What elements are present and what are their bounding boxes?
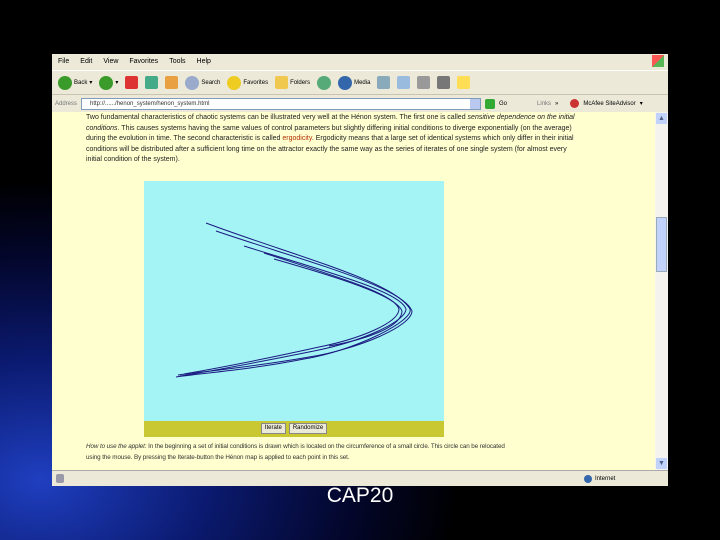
page-content: Two fundamental characteristics of chaot… (52, 112, 655, 470)
browser-window: File Edit View Favorites Tools Help Back… (52, 54, 668, 486)
stop-icon[interactable] (125, 76, 139, 89)
discuss-icon[interactable] (437, 76, 451, 89)
menu-tools[interactable]: Tools (169, 58, 185, 69)
folders-label: Folders (290, 79, 311, 86)
page-icon (56, 474, 64, 483)
menu-edit[interactable]: Edit (80, 58, 92, 69)
go-button[interactable]: Go (499, 101, 507, 107)
media-label: Media (354, 79, 371, 86)
forward-button[interactable]: ▾ (99, 75, 118, 90)
attractor-plot (175, 222, 413, 378)
favorites-label: Favorites (243, 79, 269, 86)
folder-icon (275, 76, 289, 89)
note-icon[interactable] (457, 76, 471, 89)
emphasis: How to use the applet: (86, 443, 147, 450)
home-icon[interactable] (165, 76, 179, 89)
slide-caption: CAP20 (326, 484, 394, 507)
usage-paragraph: How to use the applet: In the beginning … (86, 441, 506, 463)
refresh-icon[interactable] (145, 76, 159, 89)
search-label: Search (201, 79, 221, 86)
iterate-button[interactable]: Iterate (260, 423, 286, 434)
search-button[interactable]: Search (185, 75, 221, 90)
history-icon[interactable] (317, 75, 332, 90)
back-label: Back (74, 79, 88, 86)
attractor-strand (175, 222, 411, 378)
search-icon (185, 75, 200, 90)
menu-view[interactable]: View (103, 58, 118, 69)
links-button[interactable]: Links (537, 101, 551, 107)
windows-logo-icon (652, 55, 664, 67)
globe-icon (584, 474, 592, 483)
scroll-thumb[interactable] (656, 217, 667, 272)
zone-label: Internet (595, 475, 616, 482)
media-icon (338, 75, 353, 90)
address-label: Address (55, 100, 78, 107)
attractor-strand (179, 245, 407, 377)
menu-file[interactable]: File (58, 58, 69, 69)
menu-favorites[interactable]: Favorites (129, 58, 158, 69)
intro-paragraph: Two fundamental characteristics of chaot… (86, 113, 576, 166)
edit-icon[interactable] (397, 76, 411, 89)
randomize-button[interactable]: Randomize (288, 423, 328, 434)
menu-help[interactable]: Help (197, 58, 211, 69)
back-button[interactable]: Back ▾ (58, 75, 92, 90)
siteadvisor-icon (570, 99, 580, 108)
back-arrow-icon (58, 75, 72, 90)
forward-arrow-icon (99, 75, 114, 90)
attractor-strand (177, 230, 413, 376)
mail-icon[interactable] (377, 76, 391, 89)
folders-button[interactable]: Folders (275, 76, 310, 89)
menu-bar: File Edit View Favorites Tools Help (52, 54, 668, 69)
siteadvisor-link[interactable]: McAfee SiteAdvisor (583, 101, 635, 107)
address-bar: Address http://....../henon_system/henon… (52, 96, 668, 111)
scroll-up-icon[interactable]: ▲ (656, 113, 667, 124)
media-button[interactable]: Media (338, 75, 371, 90)
favorites-button[interactable]: Favorites (227, 75, 269, 90)
go-arrow-icon[interactable] (485, 98, 496, 109)
henon-applet-canvas[interactable] (144, 181, 444, 437)
chevron-down-icon[interactable] (470, 98, 481, 109)
url-input[interactable]: http://....../henon_system/henon_system.… (81, 97, 482, 110)
applet-button-bar: Iterate Randomize (144, 421, 444, 437)
star-icon (227, 75, 242, 90)
ergodicity-link[interactable]: ergodicity (282, 135, 311, 142)
print-icon[interactable] (417, 76, 431, 89)
url-text: http://....../henon_system/henon_system.… (90, 100, 210, 107)
text: In the beginning a set of initial condit… (86, 443, 505, 461)
text: Two fundamental characteristics of chaot… (86, 114, 468, 121)
vertical-scrollbar[interactable]: ▲ ▼ (655, 112, 668, 470)
toolbar: Back ▾ ▾ Search Favorites Folders Media (52, 70, 668, 95)
scroll-down-icon[interactable]: ▼ (656, 458, 667, 469)
